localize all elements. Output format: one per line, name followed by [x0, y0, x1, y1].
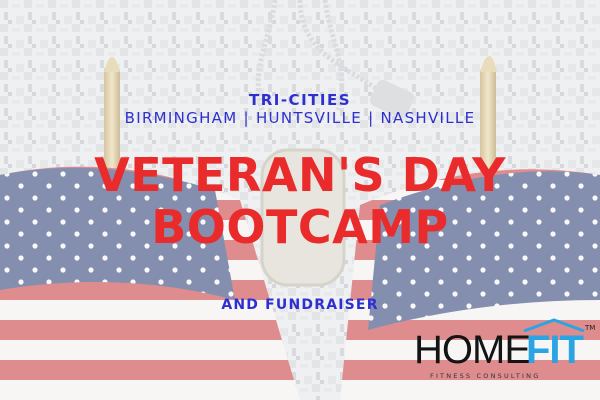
logo-home-text: HOME: [414, 328, 531, 372]
logo-fit-text: FIT: [526, 328, 584, 372]
subtitle: AND FUNDRAISER: [221, 297, 379, 313]
title-line-2: BOOTCAMP: [151, 200, 449, 254]
title-line-1: VETERAN'S DAY: [94, 148, 506, 202]
homefit-logo: HOME FIT TM FITNESS CONSULTING: [414, 318, 596, 380]
logo-trademark: TM: [585, 324, 596, 332]
logo-tagline: FITNESS CONSULTING: [430, 372, 541, 380]
cities-list: BIRMINGHAM | HUNTSVILLE | NASHVILLE: [124, 109, 476, 127]
tri-cities-label: TRI-CITIES: [248, 91, 352, 109]
flyer: TRI-CITIES BIRMINGHAM | HUNTSVILLE | NAS…: [0, 0, 600, 400]
